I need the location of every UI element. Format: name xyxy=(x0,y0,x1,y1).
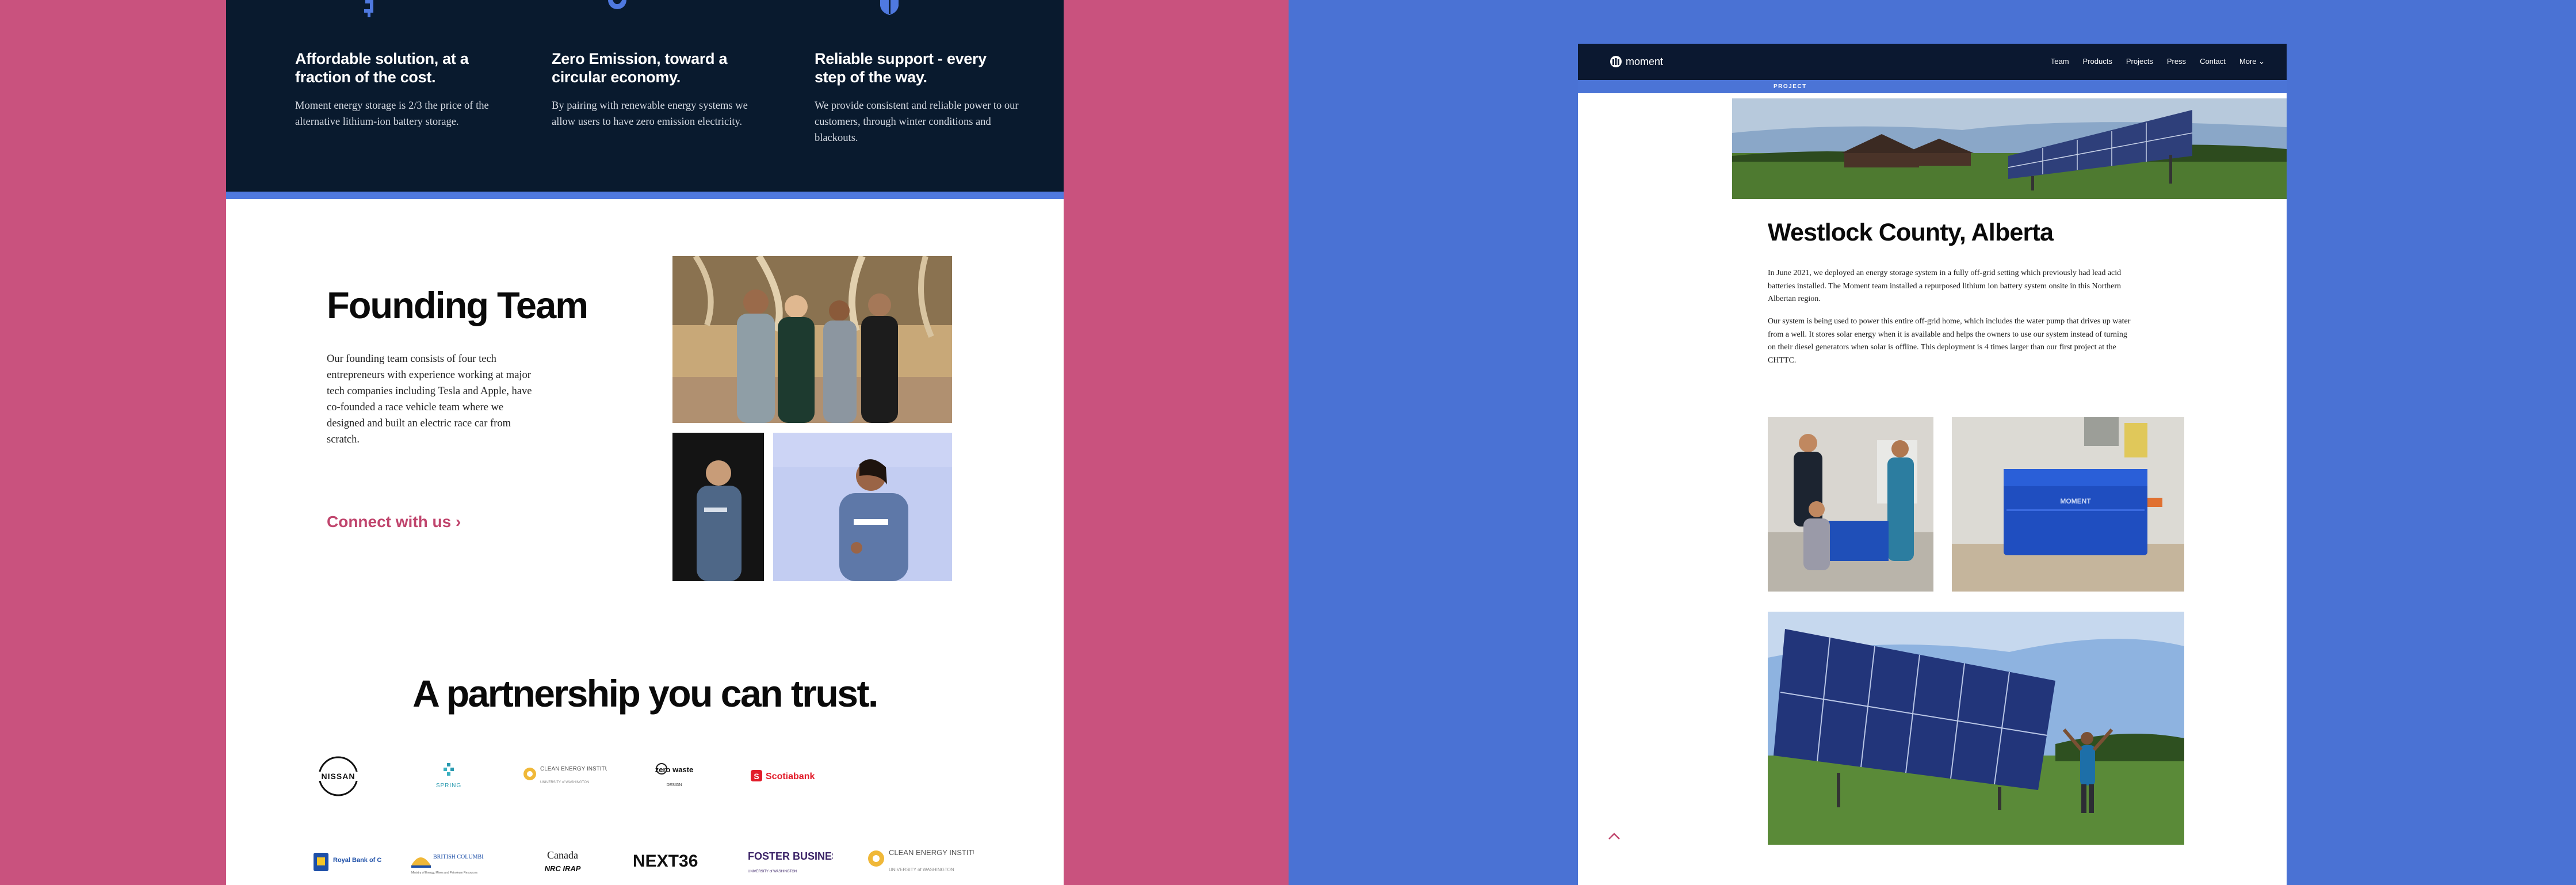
feature-body: Moment energy storage is 2/3 the price o… xyxy=(295,100,489,128)
partner-logo-zero-waste: zero waste DESIGN xyxy=(649,761,695,792)
partner-logo-spring: SPRING xyxy=(429,758,469,793)
svg-text:BRITISH COLUMBIA: BRITISH COLUMBIA xyxy=(433,854,484,860)
project-paragraph-2: Our system is being used to power this e… xyxy=(1768,317,2131,365)
svg-text:NEXT36: NEXT36 xyxy=(633,852,698,871)
partner-logo-clean-energy-institute-2: CLEAN ENERGY INSTITUTE UNIVERSITY of WAS… xyxy=(865,846,988,876)
svg-text:FOSTER BUSINESS: FOSTER BUSINESS xyxy=(748,850,833,862)
team-member-speaking-photo xyxy=(672,433,764,581)
nav-item-press[interactable]: Press xyxy=(2167,55,2186,68)
svg-text:UNIVERSITY of WASHINGTON: UNIVERSITY of WASHINGTON xyxy=(748,870,797,873)
svg-text:Royal Bank of Canada: Royal Bank of Canada xyxy=(333,857,381,864)
nav-item-projects[interactable]: Projects xyxy=(2126,55,2153,68)
project-page-panel: moment Team Products Projects Press Cont… xyxy=(1578,44,2287,885)
feature-body: By pairing with renewable energy systems… xyxy=(552,100,748,128)
project-tag: PROJECT xyxy=(1774,83,1807,90)
nav-links: Team Products Projects Press Contact Mor… xyxy=(2051,55,2265,68)
svg-text:CLEAN ENERGY INSTITUTE: CLEAN ENERGY INSTITUTE xyxy=(540,766,607,772)
scroll-to-top-icon[interactable] xyxy=(1607,830,1622,842)
svg-text:Ministry of Energy, Mines and: Ministry of Energy, Mines and Petroleum … xyxy=(411,871,477,875)
brand-name[interactable]: moment xyxy=(1626,54,1663,69)
svg-text:NRC IRAP: NRC IRAP xyxy=(545,864,581,873)
feature-title: Zero Emission, toward a circular economy… xyxy=(552,50,728,86)
project-tag-bar: PROJECT xyxy=(1578,80,2287,93)
partner-logo-nrc-irap: Canada NRC IRAP xyxy=(534,848,591,875)
svg-text:zero waste: zero waste xyxy=(655,765,693,774)
partner-logo-rbc: Royal Bank of Canada xyxy=(312,850,400,875)
partner-logo-nissan: NISSAN xyxy=(312,756,364,797)
about-page-panel: Affordable solution, at a fraction of th… xyxy=(226,0,1064,885)
svg-text:Canada: Canada xyxy=(547,849,578,861)
founding-team-title: Founding Team xyxy=(327,284,588,326)
battery-unit-photo: MOMENT xyxy=(1952,417,2184,592)
svg-text:UNIVERSITY of WASHINGTON: UNIVERSITY of WASHINGTON xyxy=(540,781,589,784)
feature-body: We provide consistent and reliable power… xyxy=(815,100,1019,144)
dollar-icon xyxy=(364,0,373,17)
partners-title: A partnership you can trust. xyxy=(412,672,878,715)
team-with-battery-photo xyxy=(1768,417,1933,592)
feature-title: Affordable solution, at a fraction of th… xyxy=(295,50,469,86)
svg-text:SPRING: SPRING xyxy=(436,783,461,789)
svg-text:DESIGN: DESIGN xyxy=(667,783,682,787)
svg-text:MOMENT: MOMENT xyxy=(2060,497,2091,505)
partner-logo-next36: NEXT36 xyxy=(632,850,718,871)
top-nav: moment Team Products Projects Press Cont… xyxy=(1578,44,2287,80)
hero-image-solar-house xyxy=(1732,98,2287,199)
divider xyxy=(226,192,1064,199)
svg-text:NISSAN: NISSAN xyxy=(322,772,356,781)
nav-item-team[interactable]: Team xyxy=(2051,55,2069,68)
solar-panel-array-photo xyxy=(1768,612,2184,845)
svg-text:CLEAN ENERGY INSTITUTE: CLEAN ENERGY INSTITUTE xyxy=(889,848,974,857)
svg-text:Scotiabank: Scotiabank xyxy=(766,772,815,781)
founding-team-description: Our founding team consists of four tech … xyxy=(327,353,532,445)
nav-item-products[interactable]: Products xyxy=(2083,55,2112,68)
shield-icon xyxy=(880,0,899,15)
svg-text:UNIVERSITY of WASHINGTON: UNIVERSITY of WASHINGTON xyxy=(889,867,954,872)
connect-link[interactable]: Connect with us › xyxy=(327,512,461,532)
features-band: Affordable solution, at a fraction of th… xyxy=(226,0,1064,192)
partner-logo-clean-energy-institute: CLEAN ENERGY INSTITUTE UNIVERSITY of WAS… xyxy=(521,762,617,788)
project-title: Westlock County, Alberta xyxy=(1768,219,2054,246)
svg-text:S: S xyxy=(754,772,759,781)
nav-item-contact[interactable]: Contact xyxy=(2200,55,2226,68)
feature-title: Reliable support - every step of the way… xyxy=(815,50,987,86)
team-member-presenting-photo xyxy=(773,433,952,581)
partner-logo-british-columbia: BRITISH COLUMBIA Ministry of Energy, Min… xyxy=(409,847,488,875)
partner-logo-foster-business: FOSTER BUSINESS UNIVERSITY of WASHINGTON xyxy=(747,848,846,875)
project-paragraph-1: In June 2021, we deployed an energy stor… xyxy=(1768,269,2122,303)
team-group-photo xyxy=(672,256,952,423)
nav-item-more[interactable]: More ⌄ xyxy=(2239,55,2265,68)
moment-logo-icon[interactable] xyxy=(1610,55,1622,68)
partner-logo-scotiabank: S Scotiabank xyxy=(750,766,842,785)
globe-icon xyxy=(608,0,626,9)
